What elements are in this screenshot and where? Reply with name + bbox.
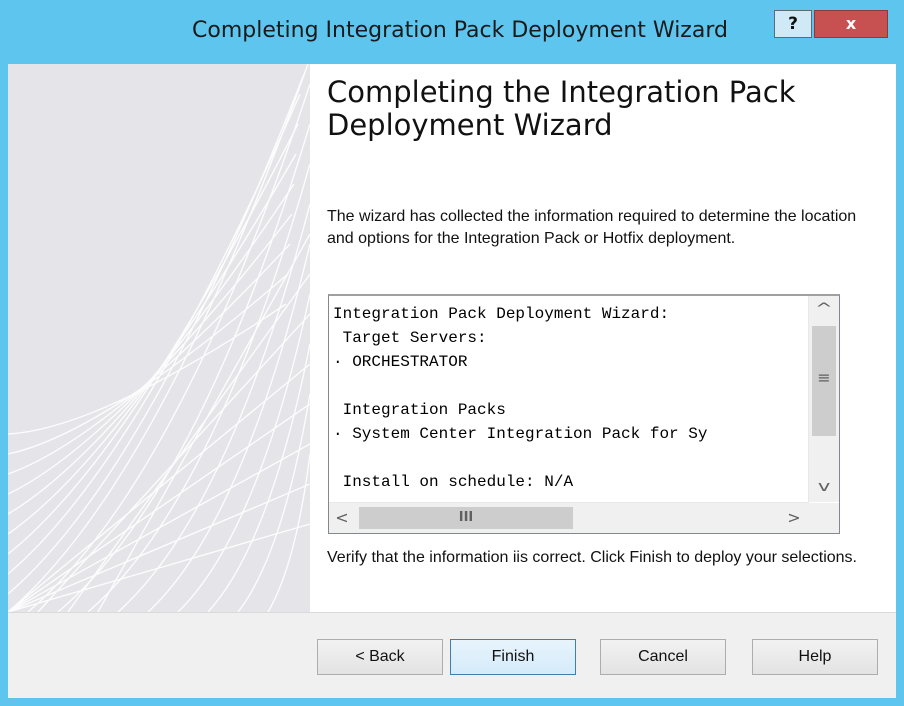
window-title: Completing Integration Pack Deployment W…	[192, 18, 728, 43]
summary-line	[333, 446, 803, 470]
close-button[interactable]: x	[814, 10, 888, 38]
grip-icon: ≡	[817, 368, 831, 387]
finish-button[interactable]: Finish	[450, 639, 576, 675]
chevron-right-icon: >	[787, 508, 801, 527]
summary-line: · ORCHESTRATOR	[333, 353, 468, 371]
help-title-button[interactable]: ?	[774, 10, 812, 38]
wizard-content: Completing the Integration Pack Deployme…	[310, 64, 896, 612]
summary-line: Install on schedule: N/A	[333, 473, 574, 491]
summary-line: · System Center Integration Pack for Sy	[333, 425, 708, 443]
scrollbar-corner	[809, 503, 839, 533]
help-button[interactable]: Help	[752, 639, 878, 675]
chevron-down-icon: v	[817, 479, 831, 495]
verify-instructions: Verify that the information iis correct.…	[327, 549, 857, 566]
chevron-up-icon: ^	[815, 301, 833, 317]
back-button[interactable]: < Back	[317, 639, 443, 675]
horizontal-scroll-thumb[interactable]: III	[359, 507, 573, 529]
page-heading: Completing the Integration Pack Deployme…	[327, 75, 796, 142]
scroll-left-arrow[interactable]: <	[329, 503, 355, 533]
vertical-scroll-thumb[interactable]: ≡	[812, 326, 836, 436]
summary-line: Integration Packs	[333, 401, 506, 419]
chevron-left-icon: <	[335, 508, 349, 527]
decorative-wave-graphic	[8, 64, 310, 612]
summary-line: Integration Pack Deployment Wizard:	[333, 305, 670, 323]
scroll-down-arrow[interactable]: v	[809, 474, 839, 500]
summary-content: Integration Pack Deployment Wizard: Targ…	[333, 302, 803, 498]
description-text: The wizard has collected the information…	[327, 208, 857, 247]
wizard-window: Completing Integration Pack Deployment W…	[0, 0, 904, 706]
horizontal-scrollbar[interactable]: < III >	[329, 502, 809, 533]
summary-textbox[interactable]: Integration Pack Deployment Wizard: Targ…	[328, 294, 840, 534]
wizard-side-banner	[8, 64, 310, 612]
summary-line	[333, 374, 803, 398]
button-divider	[8, 612, 896, 613]
title-bar[interactable]: Completing Integration Pack Deployment W…	[0, 0, 904, 64]
scroll-right-arrow[interactable]: >	[781, 503, 807, 533]
cancel-button[interactable]: Cancel	[600, 639, 726, 675]
vertical-scrollbar[interactable]: ^ ≡ v	[808, 296, 839, 502]
scroll-up-arrow[interactable]: ^	[809, 296, 839, 322]
wizard-client-area: Completing the Integration Pack Deployme…	[8, 64, 896, 698]
summary-line: Target Servers:	[333, 329, 487, 347]
